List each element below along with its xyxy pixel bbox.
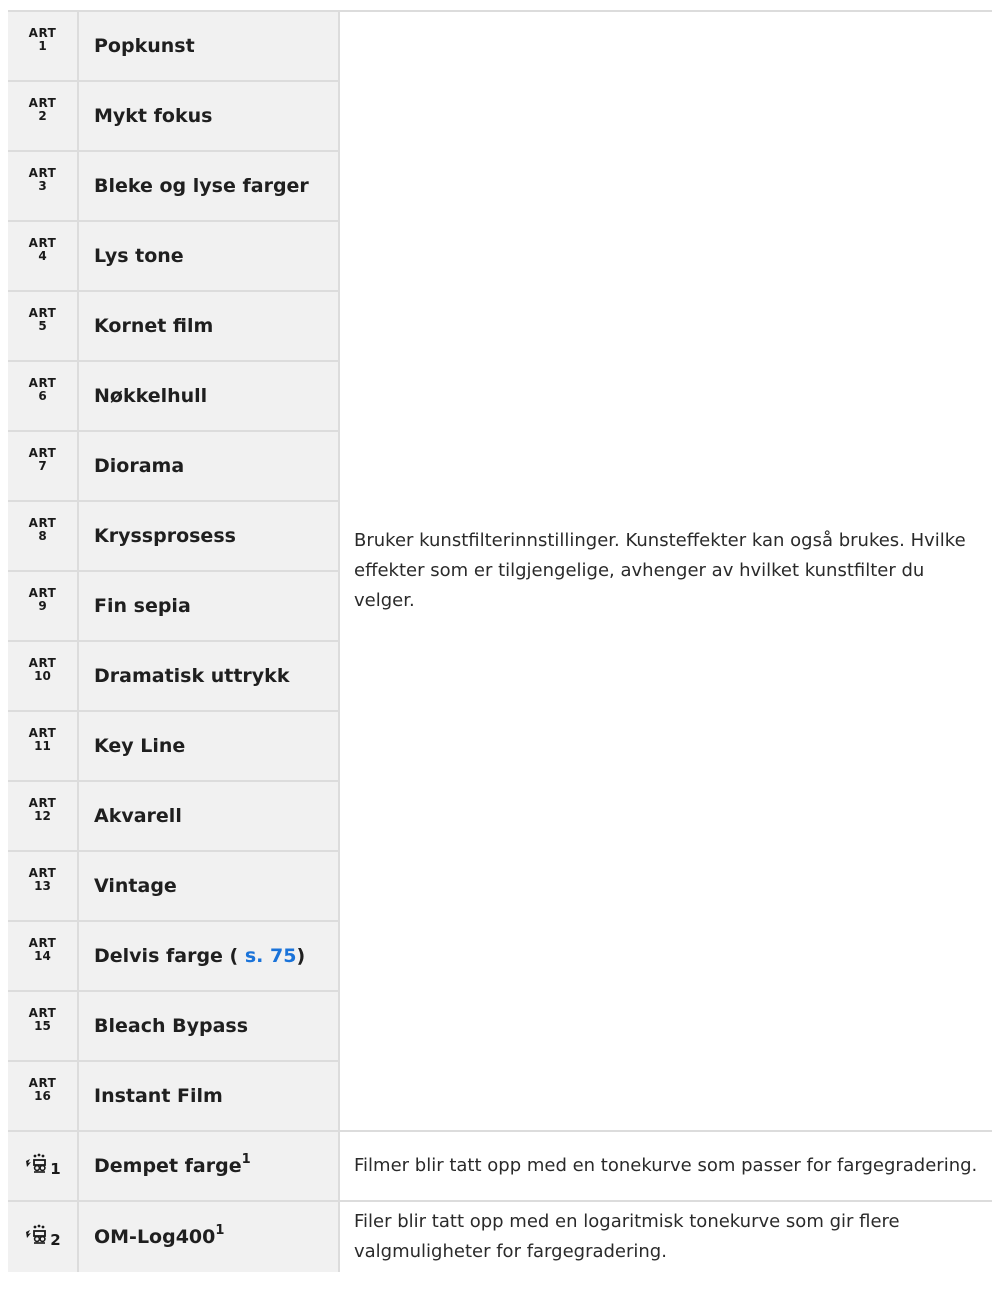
mode-name: Kryssprosess [77,500,339,571]
mode-name: OM-Log4001 [77,1200,339,1272]
art-filter-icon: ART 10 [8,640,78,711]
mode-name: Key Line [77,710,339,781]
mode-name: Diorama [77,430,339,501]
mode-name: Lys tone [77,220,339,291]
art-filter-icon: ART 5 [8,290,78,361]
art-filter-icon: ART 12 [8,780,78,851]
picture-mode-table: ART 1 Popkunst Bruker kunstfilterinnstill… [8,10,992,1272]
mode-name: Popkunst [77,10,339,81]
movie-effect-icon: 2 [8,1200,78,1272]
mode-name: Nøkkelhull [77,360,339,431]
art-filter-icon: ART 15 [8,990,78,1061]
mode-name: Akvarell [77,780,339,851]
mode-name: Instant Film [77,1060,339,1131]
page-reference-link[interactable]: s. 75 [245,945,297,967]
art-filter-icon: ART 14 [8,920,78,991]
mode-name-text: OM-Log400 [94,1226,216,1248]
mode-name-suffix: ) [296,945,306,967]
movie-effect-icon: 1 [8,1130,78,1201]
footnote-marker: 1 [215,1222,225,1238]
mode-description: Filer blir tatt opp med en logaritmisk t… [338,1200,992,1272]
mode-description: Filmer blir tatt opp med en tonekurve so… [338,1130,992,1201]
mode-name: Bleke og lyse farger [77,150,339,221]
table-row: ART 1 Popkunst Bruker kunstfilterinnstill… [8,10,992,1131]
mode-name: Bleach Bypass [77,990,339,1061]
art-filter-icon: ART 11 [8,710,78,781]
art-filter-icon: ART 16 [8,1060,78,1131]
art-filter-icon: ART 2 [8,80,78,151]
mode-name: Mykt fokus [77,80,339,151]
art-filter-icon: ART 13 [8,850,78,921]
movie-effect-glyph [26,1224,47,1244]
table-row: 1 Dempet farge1 Filmer blir tatt opp med… [8,1130,992,1201]
art-filter-description: Bruker kunstfilterinnstillinger. Kunstef… [338,10,992,1131]
mode-name: Fin sepia [77,570,339,641]
mode-name: Vintage [77,850,339,921]
art-filter-icon: ART 8 [8,500,78,571]
mode-name: Dempet farge1 [77,1130,339,1201]
art-filter-icon: ART 6 [8,360,78,431]
mode-name: Kornet film [77,290,339,361]
footnote-marker: 1 [241,1151,251,1167]
art-filter-icon: ART 9 [8,570,78,641]
art-filter-icon: ART 3 [8,150,78,221]
art-filter-icon: ART 1 [8,10,78,81]
art-filter-icon: ART 4 [8,220,78,291]
movie-effect-glyph [26,1153,47,1173]
mode-name-text: Dempet farge [94,1155,242,1177]
table-row: 2 OM-Log4001 Filer blir tatt opp med en … [8,1200,992,1272]
mode-name: Delvis farge ( s. 75) [77,920,339,991]
mode-name-text: Delvis farge ( [94,945,239,967]
mode-name: Dramatisk uttrykk [77,640,339,711]
art-filter-icon: ART 7 [8,430,78,501]
